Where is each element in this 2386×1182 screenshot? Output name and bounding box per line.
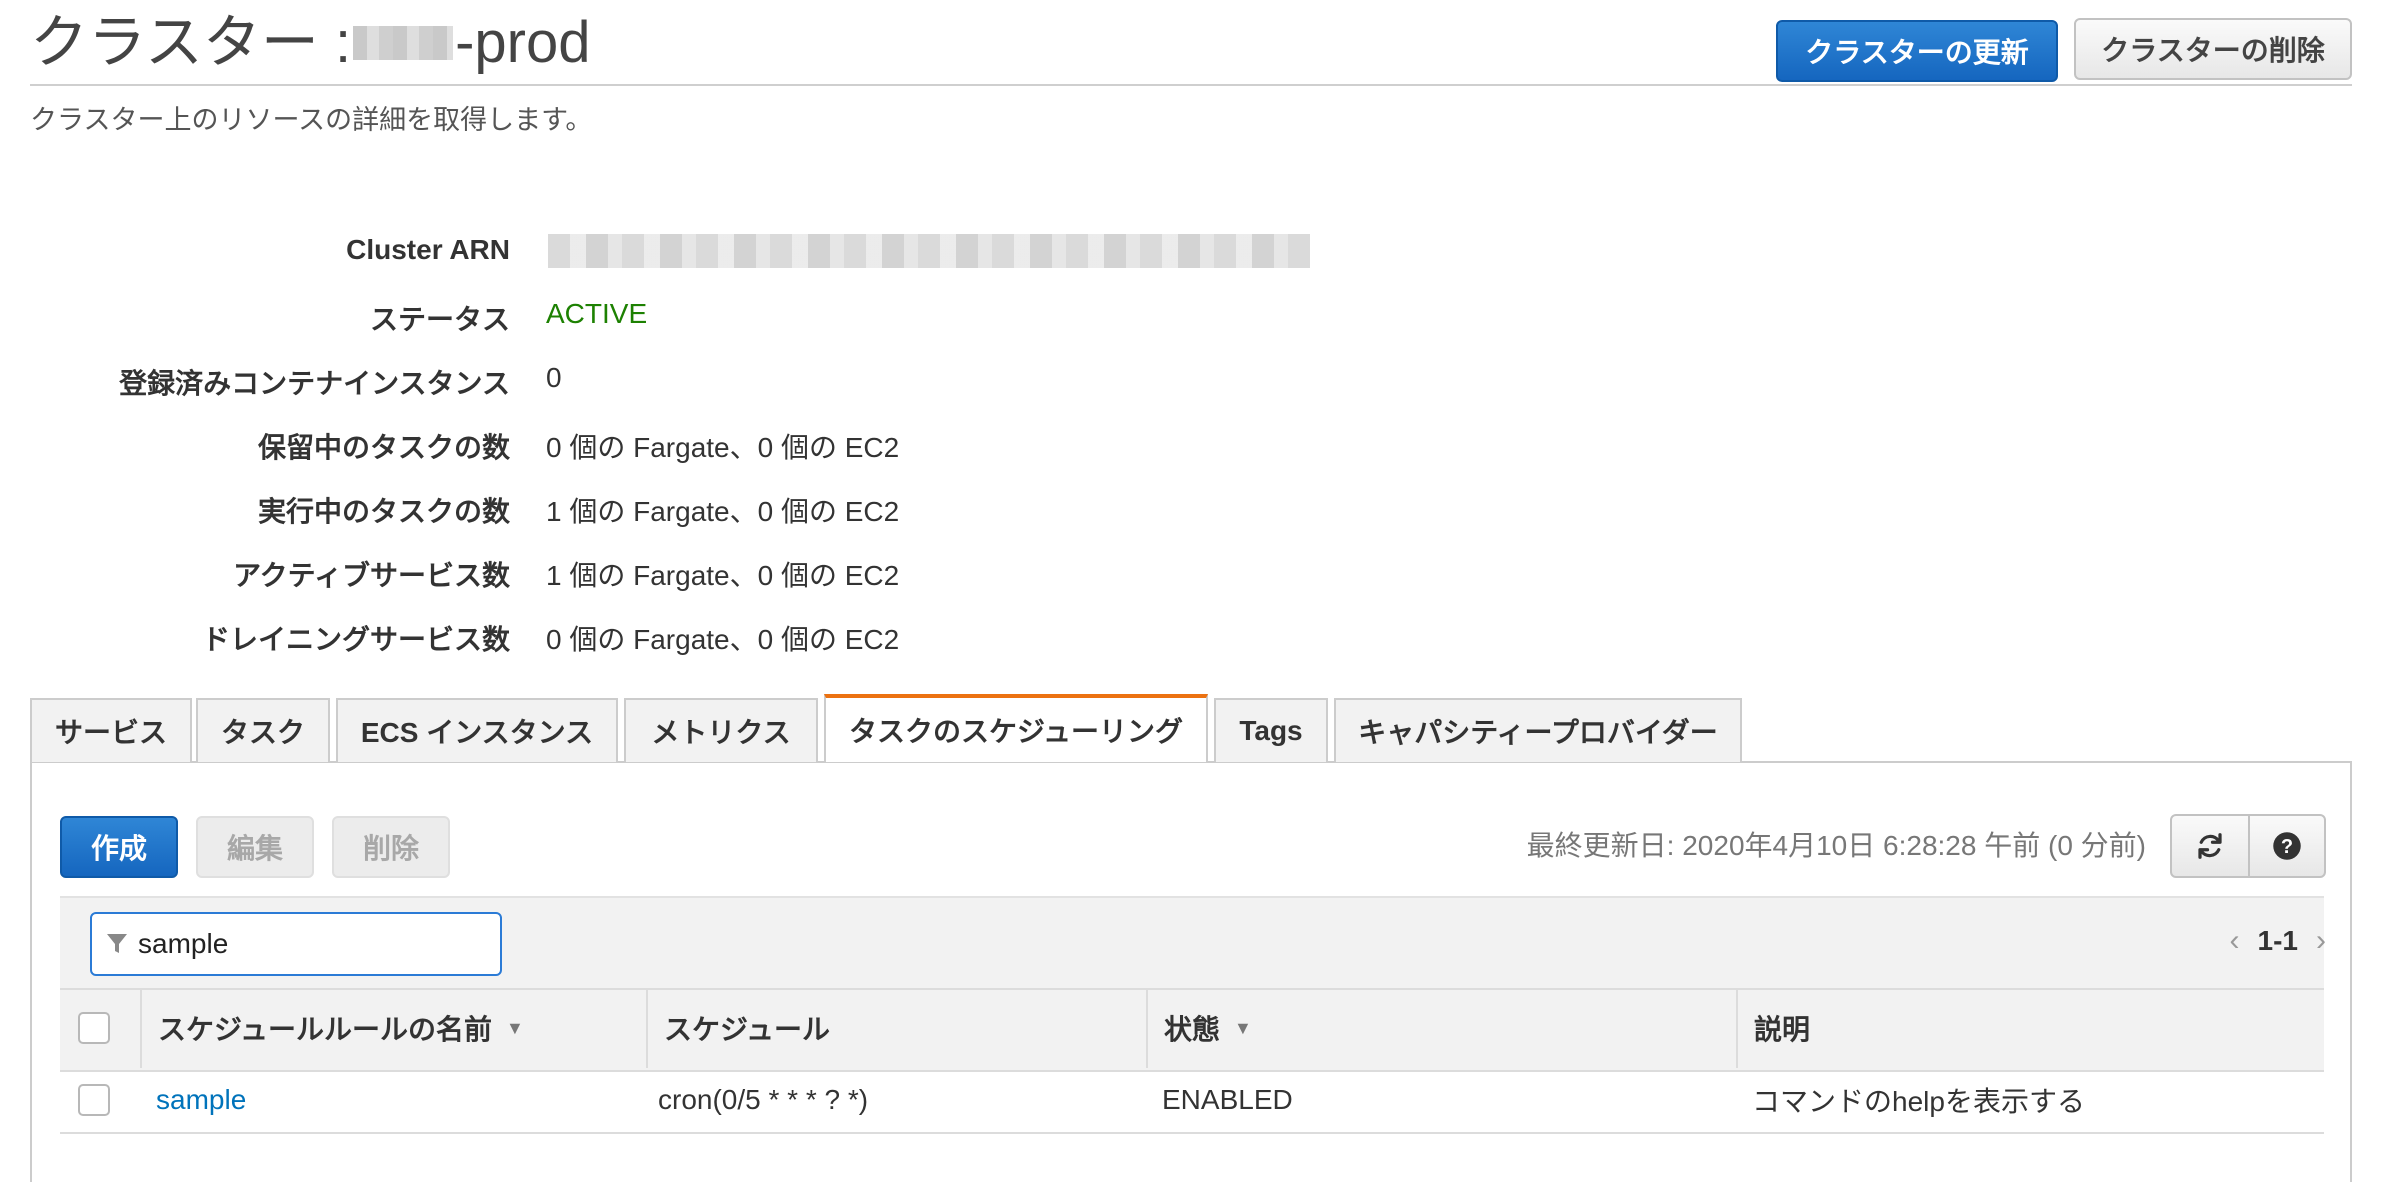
- filter-input[interactable]: [136, 927, 500, 961]
- refresh-icon: [2198, 833, 2222, 859]
- state-cell: ENABLED: [1162, 1084, 1293, 1115]
- detail-label-running-tasks: 実行中のタスクの数: [257, 496, 510, 527]
- description-cell: コマンドのhelpを表示する: [1752, 1086, 2085, 1117]
- page-title-prefix: クラスター :: [30, 10, 352, 75]
- schedule-cell: cron(0/5 * * * ? *): [658, 1084, 869, 1115]
- row-checkbox[interactable]: [78, 1084, 110, 1116]
- active-services-value: 1 個の Fargate、0 個の EC2: [546, 560, 900, 591]
- sort-down-icon: ▼: [506, 1017, 524, 1038]
- page-subtitle: クラスター上のリソースの詳細を取得します。: [30, 105, 593, 135]
- tab-services[interactable]: サービス: [30, 698, 192, 762]
- create-button[interactable]: 作成: [60, 816, 178, 878]
- draining-services-value: 0 個の Fargate、0 個の EC2: [546, 624, 900, 655]
- registered-instances-value: 0: [546, 362, 562, 393]
- pagination: ‹ 1-1 ›: [2230, 924, 2326, 958]
- detail-label-active-services: アクティブサービス数: [233, 560, 510, 591]
- running-tasks-value: 1 個の Fargate、0 個の EC2: [546, 496, 900, 527]
- update-cluster-button[interactable]: クラスターの更新: [1776, 20, 2058, 82]
- column-header-schedule: スケジュール: [646, 988, 1146, 1068]
- column-header-rule-name[interactable]: スケジュールルールの名前 ▼: [140, 988, 646, 1068]
- sort-down-icon: ▼: [1234, 1017, 1252, 1038]
- pending-tasks-value: 0 個の Fargate、0 個の EC2: [546, 432, 900, 463]
- detail-label-cluster-arn: Cluster ARN: [346, 234, 510, 265]
- previous-page-icon[interactable]: ‹: [2230, 924, 2240, 958]
- tab-metrics[interactable]: メトリクス: [624, 698, 818, 762]
- tab-capacity-providers[interactable]: キャパシティープロバイダー: [1334, 698, 1742, 762]
- filter-icon: [107, 934, 127, 953]
- help-button[interactable]: ?: [2248, 814, 2326, 878]
- tab-scheduled-tasks[interactable]: タスクのスケジューリング: [824, 694, 1208, 762]
- redacted-cluster-name: [353, 26, 454, 60]
- tab-ecs-instances[interactable]: ECS インスタンス: [336, 698, 618, 762]
- page-title: クラスター : -prod: [30, 0, 590, 86]
- detail-label-pending-tasks: 保留中のタスクの数: [257, 432, 510, 463]
- page-range: 1-1: [2257, 925, 2298, 956]
- rule-name-link[interactable]: sample: [156, 1074, 246, 1126]
- last-updated-text: 最終更新日: 2020年4月10日 6:28:28 午前 (0 分前): [1526, 830, 2146, 861]
- detail-label-registered-instances: 登録済みコンテナインスタンス: [119, 368, 510, 399]
- refresh-button[interactable]: [2170, 814, 2250, 878]
- column-label-description: 説明: [1754, 1014, 1811, 1045]
- delete-cluster-button[interactable]: クラスターの削除: [2074, 18, 2352, 80]
- delete-button[interactable]: 削除: [332, 816, 450, 878]
- tab-tasks[interactable]: タスク: [196, 698, 330, 762]
- select-all-checkbox[interactable]: [78, 1012, 110, 1044]
- column-header-state[interactable]: 状態 ▼: [1146, 988, 1736, 1068]
- page-title-suffix: -prod: [455, 10, 591, 75]
- tab-tags[interactable]: Tags: [1214, 698, 1328, 762]
- help-icon: ?: [2273, 832, 2301, 860]
- edit-button[interactable]: 編集: [196, 816, 314, 878]
- detail-label-status: ステータス: [369, 304, 510, 335]
- column-label-rule-name: スケジュールルールの名前: [158, 1014, 493, 1045]
- status-value: ACTIVE: [546, 298, 648, 329]
- redacted-cluster-arn: [548, 234, 1310, 268]
- svg-text:?: ?: [2281, 836, 2293, 858]
- row-divider: [60, 1132, 2324, 1134]
- title-divider: [30, 84, 2352, 86]
- column-label-state: 状態: [1164, 1014, 1221, 1045]
- column-header-description: 説明: [1736, 988, 2324, 1068]
- column-label-schedule: スケジュール: [664, 1014, 831, 1045]
- filter-box[interactable]: [90, 912, 502, 976]
- detail-label-draining-services: ドレイニングサービス数: [201, 624, 510, 655]
- next-page-icon[interactable]: ›: [2316, 924, 2326, 958]
